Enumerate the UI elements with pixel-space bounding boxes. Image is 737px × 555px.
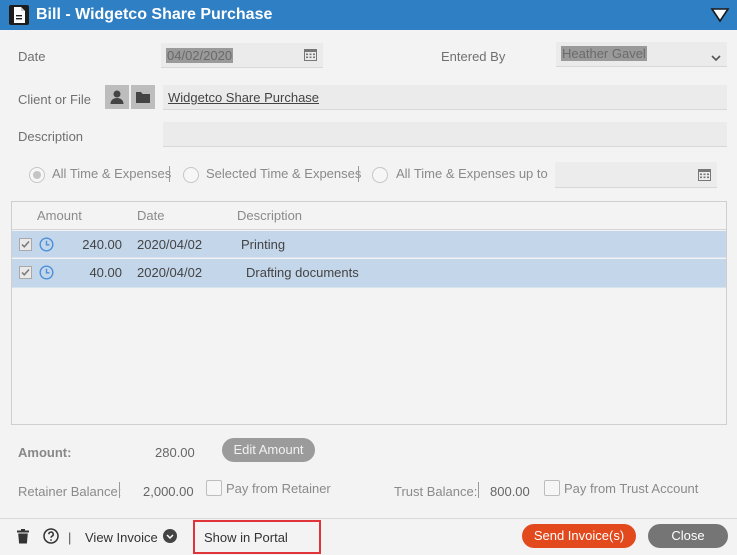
up-to-date-field[interactable] — [555, 162, 717, 188]
radio-selected-time-expenses-label: Selected Time & Expenses — [206, 166, 362, 181]
view-invoice-button[interactable]: View Invoice — [85, 530, 158, 545]
separator — [119, 482, 120, 498]
trust-balance-label: Trust Balance: — [394, 484, 478, 499]
person-icon[interactable] — [105, 85, 129, 109]
retainer-balance-value: 2,000.00 — [143, 484, 194, 499]
title-bar: Bill - Widgetco Share Purchase — [0, 0, 737, 30]
edit-amount-button[interactable]: Edit Amount — [222, 438, 315, 462]
row-date: 2020/04/02 — [137, 265, 203, 280]
calendar-icon[interactable] — [304, 48, 317, 64]
description-label: Description — [18, 129, 84, 144]
pay-from-trust-label: Pay from Trust Account — [564, 481, 699, 496]
row-description: Drafting documents — [246, 265, 359, 280]
table-row[interactable]: 240.00 2020/04/02 Printing — [12, 231, 726, 258]
column-date[interactable]: Date — [137, 208, 164, 223]
radio-selected-time-expenses[interactable] — [183, 167, 199, 183]
row-description: Printing — [241, 237, 286, 252]
pay-from-retainer-checkbox[interactable] — [206, 480, 222, 496]
client-field[interactable]: Widgetco Share Purchase — [163, 85, 727, 110]
clock-icon — [39, 237, 54, 255]
retainer-balance-label: Retainer Balance: — [18, 484, 122, 499]
row-date: 2020/04/02 — [137, 237, 203, 252]
chevron-down-icon — [711, 50, 721, 65]
trust-balance-value: 800.00 — [490, 484, 530, 499]
row-checkbox[interactable] — [19, 266, 32, 279]
send-invoices-button[interactable]: Send Invoice(s) — [522, 524, 636, 548]
trash-icon[interactable] — [17, 529, 29, 547]
pay-from-trust-checkbox[interactable] — [544, 480, 560, 496]
entered-by-select[interactable]: Heather Gavel — [556, 42, 727, 67]
collapse-triangle-icon[interactable] — [710, 7, 730, 23]
description-field[interactable] — [163, 122, 727, 147]
column-description[interactable]: Description — [237, 208, 302, 223]
table-header: Amount Date Description — [12, 202, 726, 230]
radio-all-time-expenses-label: All Time & Expenses — [52, 166, 172, 181]
row-checkbox[interactable] — [19, 238, 32, 251]
radio-all-time-expenses[interactable] — [29, 167, 45, 183]
radio-time-expenses-up-to[interactable] — [372, 167, 388, 183]
time-expense-table: Amount Date Description 240.00 2020/04/0… — [11, 201, 727, 425]
help-icon[interactable] — [43, 528, 59, 547]
date-label: Date — [18, 49, 46, 64]
separator — [169, 166, 170, 182]
table-row[interactable]: 40.00 2020/04/02 Drafting documents — [12, 259, 726, 288]
separator — [478, 482, 479, 498]
row-amount: 40.00 — [89, 265, 122, 280]
separator — [358, 166, 359, 182]
window-title: Bill - Widgetco Share Purchase — [36, 6, 273, 23]
date-field[interactable]: 04/02/2020 — [161, 43, 323, 68]
toolbar-separator: | — [68, 530, 72, 545]
calendar-icon[interactable] — [698, 168, 711, 184]
radio-time-expenses-up-to-label: All Time & Expenses up to — [396, 166, 548, 181]
document-icon — [9, 5, 29, 25]
amount-value: 280.00 — [155, 445, 195, 460]
client-label: Client or File — [18, 92, 91, 107]
entered-by-label: Entered By — [441, 49, 506, 64]
folder-icon[interactable] — [131, 85, 155, 109]
clock-icon — [39, 265, 54, 283]
amount-label: Amount: — [18, 445, 72, 460]
show-in-portal-button[interactable]: Show in Portal — [204, 530, 288, 545]
row-amount: 240.00 — [82, 237, 122, 252]
close-button[interactable]: Close — [648, 524, 728, 548]
column-amount[interactable]: Amount — [37, 208, 82, 223]
pay-from-retainer-label: Pay from Retainer — [226, 481, 331, 496]
chevron-down-circle-icon[interactable] — [163, 529, 177, 546]
client-link[interactable]: Widgetco Share Purchase — [168, 90, 319, 105]
